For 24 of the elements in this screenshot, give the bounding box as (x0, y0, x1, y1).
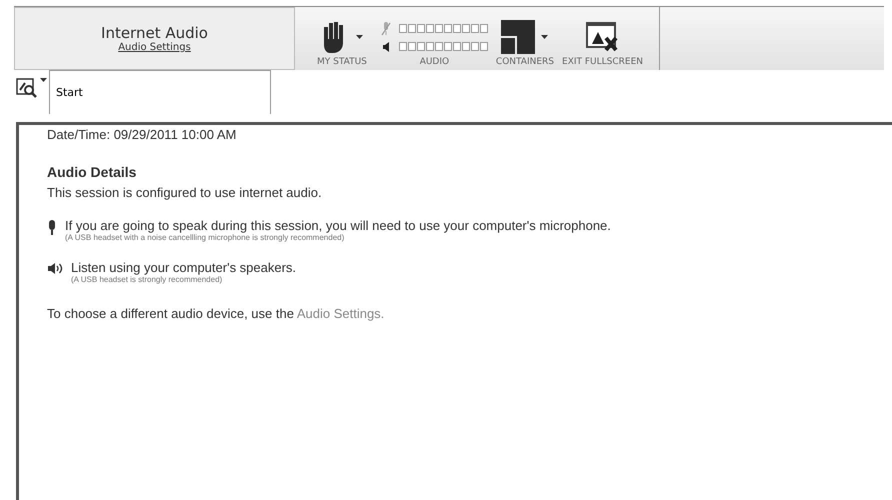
option-text: If you are going to speak during this session, you will need to use your computer's microphone. (65, 218, 611, 233)
speaker-icon (47, 262, 63, 275)
option-note: (A USB headset is strongly recommended) (71, 275, 224, 284)
audio-settings-link[interactable]: Audio Settings (118, 42, 191, 53)
datetime-text: Date/Time: 09/29/2011 10:00 AM (47, 127, 238, 142)
footer-text: To choose a different audio device, use the (47, 306, 294, 321)
option-note: (A USB headset with a noise cancellling microphone is strongly recommended) (65, 233, 346, 242)
section-heading: Audio Details (47, 164, 138, 180)
toolbar-button[interactable]: EXIT FULLSCREEN (558, 7, 648, 70)
panel-title: Internet Audio (101, 24, 208, 42)
toolbar-button[interactable]: MY STATUS (313, 7, 371, 70)
toolbar-button[interactable]: AUDIO (376, 7, 492, 70)
speaker-icon (380, 40, 391, 52)
layout-icon (501, 20, 536, 54)
caret-icon (40, 78, 47, 82)
search-field[interactable]: Start (49, 70, 271, 114)
search-icon (16, 78, 38, 98)
intro-text: This session is configured to use internet audio. (47, 185, 323, 200)
option-text: Listen using your computer's speakers. (71, 260, 296, 275)
audio-settings-link[interactable]: Audio Settings. (296, 306, 384, 321)
microphone-icon (47, 220, 57, 235)
toolbar-button[interactable]: CONTAINERS (492, 7, 558, 70)
caret-icon (356, 35, 364, 39)
caret-icon (541, 35, 548, 39)
